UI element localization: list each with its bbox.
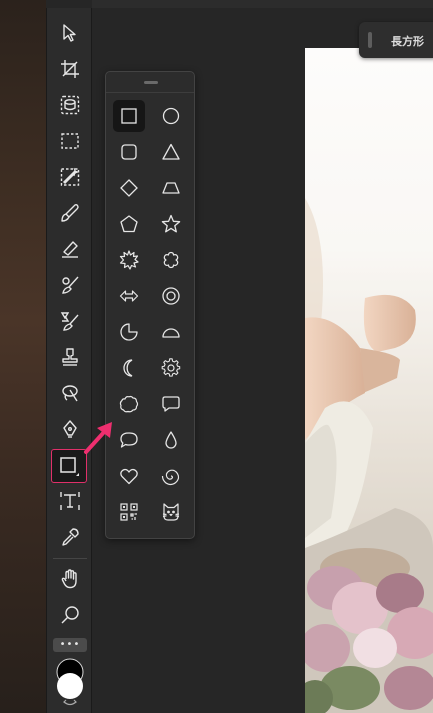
shape-circle[interactable]	[155, 100, 187, 132]
pie-icon	[120, 323, 138, 341]
shape-heart[interactable]	[113, 460, 145, 492]
round-speech-bubble-icon	[120, 432, 138, 448]
trapezoid-icon	[162, 182, 180, 194]
shape-diamond[interactable]	[113, 172, 145, 204]
burst-icon	[119, 250, 139, 270]
shape-speech-bubble[interactable]	[155, 388, 187, 420]
shape-rounded-square[interactable]	[113, 136, 145, 168]
hand-icon	[61, 569, 77, 589]
shape-half-circle[interactable]	[155, 316, 187, 348]
diamond-icon	[120, 179, 138, 197]
pentagon-icon	[120, 215, 138, 233]
shape-spiral[interactable]	[155, 460, 187, 492]
shape-double-arrow[interactable]	[113, 280, 145, 312]
ring-icon	[162, 287, 180, 305]
shape-trapezoid[interactable]	[155, 172, 187, 204]
stamp-tool[interactable]	[55, 342, 85, 372]
eraser-icon	[62, 241, 78, 258]
shape-gear[interactable]	[155, 352, 187, 384]
background-image-edge	[0, 0, 46, 713]
spot-healing-icon	[62, 276, 79, 294]
triangle-icon	[162, 143, 180, 160]
lasso-tool[interactable]	[55, 378, 85, 408]
annotation-arrow	[84, 422, 112, 454]
shape-flyout	[105, 71, 195, 539]
circle-icon	[162, 107, 180, 125]
object-selection-tool[interactable]	[55, 90, 85, 120]
quick-action-tool[interactable]	[55, 162, 85, 192]
pen-tool[interactable]	[55, 414, 85, 444]
clone-tool[interactable]	[55, 306, 85, 336]
toolbar-separator	[53, 558, 87, 559]
shape-triangle[interactable]	[155, 136, 187, 168]
cloud-icon	[119, 395, 139, 413]
tool-name-tag: 長方形	[359, 22, 433, 58]
qr-code-icon	[120, 503, 138, 521]
square-icon	[121, 108, 137, 124]
hand-tool[interactable]	[55, 564, 85, 594]
eyedropper-icon	[62, 528, 79, 546]
move-tool[interactable]	[55, 18, 85, 48]
speech-bubble-icon	[162, 396, 180, 412]
tool-name-label: 長方形	[391, 35, 424, 48]
flyout-drag-handle[interactable]	[144, 81, 158, 84]
shape-cloud[interactable]	[113, 388, 145, 420]
rectangle-icon	[60, 457, 79, 476]
shape-qr-code[interactable]	[113, 496, 145, 528]
shape-pie[interactable]	[113, 316, 145, 348]
shape-round-speech-bubble[interactable]	[113, 424, 145, 456]
flower-icon	[163, 251, 179, 269]
double-arrow-icon	[119, 290, 139, 302]
shape-pentagon[interactable]	[113, 208, 145, 240]
object-selection-icon	[60, 95, 80, 115]
spiral-icon	[161, 469, 180, 486]
shape-star[interactable]	[155, 208, 187, 240]
pen-icon	[63, 420, 77, 438]
crop-icon	[61, 60, 79, 78]
shape-flower[interactable]	[155, 244, 187, 276]
canvas-photo[interactable]	[305, 48, 433, 713]
eraser-tool[interactable]	[55, 234, 85, 264]
crop-tool[interactable]	[55, 54, 85, 84]
move-arrow-icon	[63, 24, 76, 42]
crescent-icon	[123, 359, 133, 377]
stamp-icon	[62, 348, 78, 366]
cat-icon	[162, 503, 180, 521]
more-tools-button[interactable]: •••	[53, 638, 87, 652]
brush-icon	[61, 203, 79, 222]
swap-colors-icon	[63, 699, 77, 706]
rounded-square-icon	[121, 144, 137, 160]
shape-ring[interactable]	[155, 280, 187, 312]
shape-cat[interactable]	[155, 496, 187, 528]
type-tool[interactable]	[55, 486, 85, 516]
type-icon	[60, 492, 80, 510]
eyedropper-tool[interactable]	[55, 522, 85, 552]
half-circle-icon	[162, 328, 180, 338]
spot-healing-tool[interactable]	[55, 270, 85, 300]
quick-action-icon	[60, 167, 80, 186]
clone-icon	[60, 312, 79, 331]
flyout-divider	[106, 92, 194, 93]
heart-icon	[120, 468, 138, 485]
shape-square[interactable]	[113, 100, 145, 132]
tool-bar: •••	[46, 8, 92, 713]
background-color-swatch	[57, 673, 83, 699]
zoom-icon	[61, 606, 79, 624]
star-icon	[161, 214, 181, 233]
shape-crescent[interactable]	[113, 352, 145, 384]
marquee-icon	[61, 133, 79, 149]
shape-drop[interactable]	[155, 424, 187, 456]
drop-icon	[165, 431, 177, 449]
zoom-tool[interactable]	[55, 600, 85, 630]
lasso-icon	[62, 385, 78, 402]
gear-icon	[161, 358, 181, 377]
drag-grip[interactable]	[368, 32, 372, 48]
brush-tool[interactable]	[55, 198, 85, 228]
color-swatches[interactable]	[55, 658, 85, 708]
rectangle-marquee-tool[interactable]	[55, 126, 85, 156]
shape-burst[interactable]	[113, 244, 145, 276]
